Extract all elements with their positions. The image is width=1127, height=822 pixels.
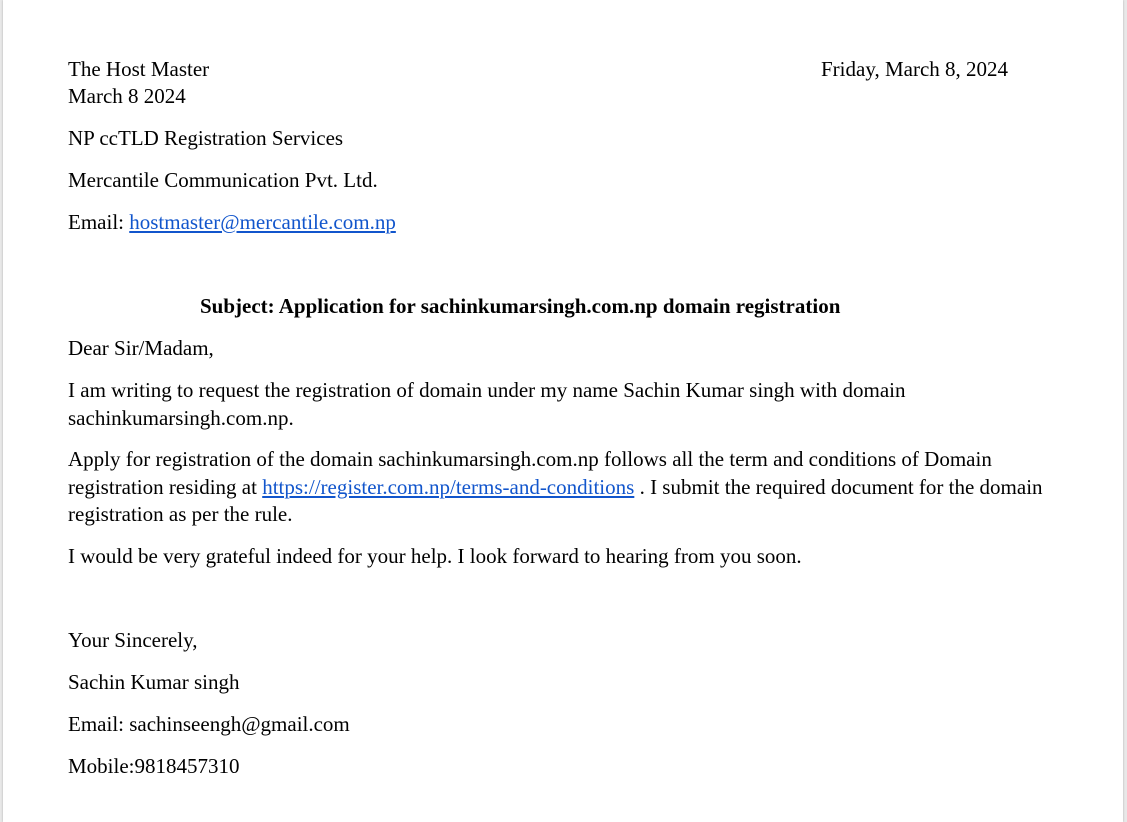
sender-email: Email: sachinseengh@gmail.com (68, 712, 350, 736)
document-page: The Host Master Friday, March 8, 2024 Ma… (3, 0, 1123, 822)
recipient-email-line: Email: hostmaster@mercantile.com.np (68, 209, 396, 236)
body-paragraph-3: I would be very grateful indeed for your… (68, 544, 802, 568)
sender-name: Sachin Kumar singh (68, 670, 240, 694)
body-paragraph-1: I am writing to request the registration… (68, 378, 906, 430)
subject-line: Subject: Application for sachinkumarsing… (200, 294, 841, 318)
header-date: Friday, March 8, 2024 (821, 57, 1009, 81)
body-paragraph-2: Apply for registration of the domain sac… (68, 446, 1043, 529)
recipient-email-link[interactable]: hostmaster@mercantile.com.np (129, 210, 396, 234)
recipient-company: Mercantile Communication Pvt. Ltd. (68, 168, 378, 192)
sender-mobile: Mobile:9818457310 (68, 754, 240, 778)
recipient-organization: NP ccTLD Registration Services (68, 126, 344, 150)
recipient-email-label: Email: (68, 210, 130, 234)
recipient-title: The Host Master (68, 57, 210, 81)
letter-date: March 8 2024 (68, 84, 186, 108)
valediction: Your Sincerely, (68, 628, 198, 652)
terms-link[interactable]: https://register.com.np/terms-and-condit… (262, 475, 634, 499)
salutation: Dear Sir/Madam, (68, 336, 214, 360)
